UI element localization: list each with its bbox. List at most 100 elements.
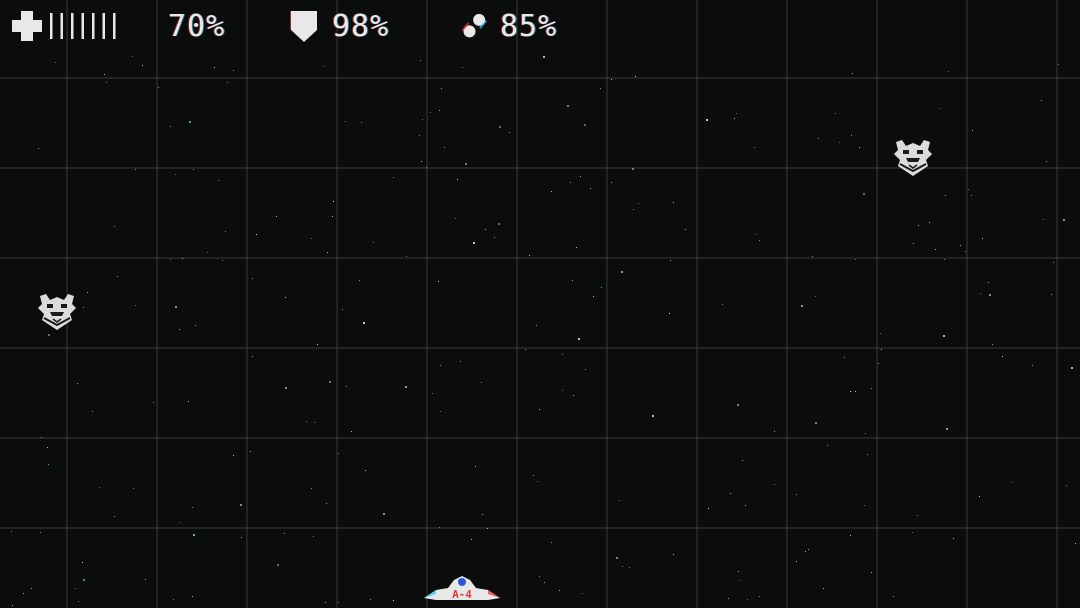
star: [801, 305, 803, 307]
star: [739, 580, 740, 581]
star: [562, 354, 563, 355]
star: [55, 62, 56, 63]
star: [1071, 367, 1073, 369]
star: [754, 147, 755, 148]
star: [482, 514, 483, 515]
star: [611, 79, 612, 80]
health-tick: [60, 13, 63, 39]
star: [422, 119, 423, 120]
star: [570, 182, 571, 183]
star: [133, 488, 134, 489]
star: [426, 167, 427, 168]
star: [742, 460, 743, 461]
star: [940, 108, 941, 109]
star: [419, 135, 420, 136]
star: [708, 508, 709, 509]
star: [114, 516, 115, 517]
star: [585, 369, 586, 370]
star: [153, 402, 154, 403]
star: [685, 229, 686, 230]
star: [370, 599, 371, 600]
star: [616, 557, 618, 559]
hud-bar: 70% 98% 85%: [0, 6, 700, 46]
star: [285, 297, 286, 298]
star: [509, 132, 510, 133]
star: [805, 551, 806, 552]
star: [893, 596, 894, 597]
star: [855, 259, 856, 260]
star: [438, 281, 439, 282]
star: [420, 60, 421, 61]
star: [971, 195, 972, 196]
health-tick: [50, 13, 53, 39]
star: [633, 209, 634, 210]
star: [311, 488, 312, 489]
star: [327, 252, 328, 253]
star: [432, 393, 433, 394]
star: [326, 503, 327, 504]
star: [345, 121, 346, 122]
star: [745, 505, 746, 506]
star: [544, 582, 545, 583]
star: [114, 226, 115, 227]
star: [573, 395, 574, 396]
star: [225, 231, 226, 232]
star: [734, 118, 735, 119]
star: [314, 422, 315, 423]
star: [635, 76, 636, 77]
star: [207, 252, 208, 253]
star: [737, 404, 739, 406]
star: [462, 67, 463, 68]
star: [1058, 64, 1059, 65]
star: [796, 561, 797, 562]
game-viewport[interactable]: 70% 98% 85% A-4: [0, 0, 1080, 608]
star: [485, 229, 486, 230]
health-tick: [113, 13, 116, 39]
ammo-capsule-icon: [458, 6, 490, 46]
star: [944, 259, 945, 260]
star: [373, 242, 374, 243]
star: [346, 386, 347, 387]
star: [214, 67, 215, 68]
star: [578, 338, 580, 340]
star: [444, 147, 445, 148]
star: [536, 325, 537, 326]
star: [929, 222, 930, 223]
star: [551, 542, 552, 543]
star: [23, 593, 24, 594]
star: [539, 576, 540, 577]
star: [539, 409, 540, 410]
star: [600, 88, 601, 89]
star: [722, 304, 723, 305]
star: [405, 386, 407, 388]
star: [567, 105, 569, 107]
star: [738, 571, 739, 572]
star: [912, 532, 913, 533]
star: [1011, 482, 1012, 483]
star: [406, 256, 407, 257]
star: [537, 481, 538, 482]
star: [325, 602, 326, 603]
star: [638, 203, 639, 204]
star: [835, 113, 836, 114]
alien-ship-icon[interactable]: [892, 138, 934, 178]
star: [241, 537, 242, 538]
armor-percent: 98%: [332, 8, 390, 44]
health-tick: [102, 13, 105, 39]
alien-ship-icon[interactable]: [36, 292, 78, 332]
star: [533, 475, 534, 476]
star: [551, 191, 552, 192]
star: [629, 567, 630, 568]
star: [652, 415, 654, 417]
star: [759, 240, 760, 241]
player-ship-icon[interactable]: A-4: [422, 570, 502, 604]
star: [593, 296, 594, 297]
star: [99, 487, 100, 488]
star: [855, 391, 856, 392]
star: [365, 470, 366, 471]
star: [968, 189, 969, 190]
star: [393, 177, 394, 178]
health-bar-ticks: [48, 6, 128, 46]
star: [306, 421, 307, 422]
star: [170, 126, 171, 127]
